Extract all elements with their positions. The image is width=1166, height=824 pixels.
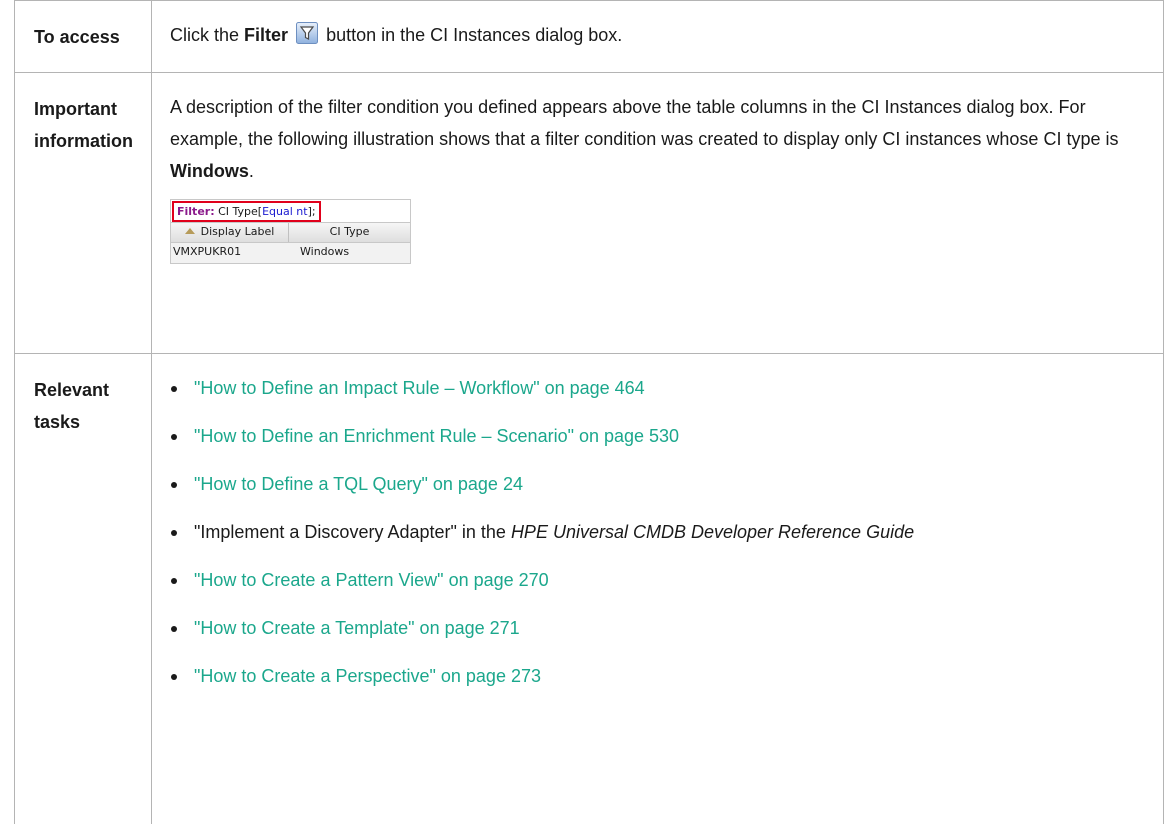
column-display-label: Display Label bbox=[171, 223, 289, 242]
filter-key: Filter: bbox=[177, 205, 215, 218]
task-link-impact-rule[interactable]: "How to Define an Impact Rule – Workflow… bbox=[194, 378, 645, 398]
list-item: "Implement a Discovery Adapter" in the H… bbox=[170, 516, 1151, 548]
tasks-content: "How to Define an Impact Rule – Workflow… bbox=[151, 353, 1164, 824]
row-relevant-tasks: Relevant tasks "How to Define an Impact … bbox=[14, 353, 1164, 824]
info-text: A description of the filter condition yo… bbox=[170, 97, 1119, 149]
info-paragraph: A description of the filter condition yo… bbox=[170, 91, 1151, 187]
label-line-1: Important bbox=[34, 99, 117, 119]
list-item: "How to Create a Pattern View" on page 2… bbox=[170, 564, 1151, 596]
filter-highlight-box: Filter: CI Type[Equal nt]; bbox=[172, 201, 321, 222]
task-link-pattern-view[interactable]: "How to Create a Pattern View" on page 2… bbox=[194, 570, 549, 590]
label-line-2: information bbox=[34, 131, 133, 151]
label-to-access: To access bbox=[14, 0, 152, 73]
info-text-end: . bbox=[248, 161, 254, 181]
filter-icon bbox=[296, 22, 319, 44]
column-display-label-text: Display Label bbox=[200, 225, 275, 238]
row-to-access: To access Click the Filter button in the… bbox=[14, 0, 1164, 73]
filter-condition: Equal nt bbox=[262, 205, 308, 218]
label-line-1: Relevant bbox=[34, 380, 110, 400]
filter-suffix: ]; bbox=[307, 205, 316, 218]
label-important-information: Important information bbox=[14, 72, 152, 354]
access-content: Click the Filter button in the CI Instan… bbox=[151, 0, 1164, 73]
row-important-information: Important information A description of t… bbox=[14, 72, 1164, 354]
info-table: To access Click the Filter button in the… bbox=[14, 0, 1164, 824]
info-content: A description of the filter condition yo… bbox=[151, 72, 1164, 354]
task-link-template[interactable]: "How to Create a Template" on page 271 bbox=[194, 618, 520, 638]
access-text-after: button in the CI Instances dialog box. bbox=[321, 25, 623, 45]
cell-ci-type: Windows bbox=[300, 245, 350, 258]
task-link-perspective[interactable]: "How to Create a Perspective" on page 27… bbox=[194, 666, 541, 686]
label-relevant-tasks: Relevant tasks bbox=[14, 353, 152, 824]
task-plain-text: "Implement a Discovery Adapter" in the bbox=[194, 522, 511, 542]
filter-illustration: Filter: CI Type[Equal nt]; Display Label… bbox=[170, 199, 411, 264]
windows-word: Windows bbox=[170, 161, 249, 181]
task-link-enrichment-rule[interactable]: "How to Define an Enrichment Rule – Scen… bbox=[194, 426, 679, 446]
task-link-tql-query[interactable]: "How to Define a TQL Query" on page 24 bbox=[194, 474, 523, 494]
filter-word: Filter bbox=[244, 25, 289, 45]
list-item: "How to Create a Perspective" on page 27… bbox=[170, 660, 1151, 692]
access-text-before: Click the bbox=[170, 25, 245, 45]
illustration-row: VMXPUKR01 Windows bbox=[171, 243, 410, 263]
task-plain-guide: HPE Universal CMDB Developer Reference G… bbox=[510, 522, 915, 542]
illustration-header: Display Label CI Type bbox=[171, 222, 410, 243]
filter-prefix: CI Type[ bbox=[214, 205, 263, 218]
label-line-2: tasks bbox=[34, 412, 81, 432]
list-item: "How to Define a TQL Query" on page 24 bbox=[170, 468, 1151, 500]
list-item: "How to Define an Impact Rule – Workflow… bbox=[170, 372, 1151, 404]
column-ci-type: CI Type bbox=[329, 225, 370, 238]
sort-ascending-icon bbox=[184, 228, 195, 234]
filter-bar: Filter: CI Type[Equal nt]; bbox=[171, 200, 410, 222]
list-item: "How to Define an Enrichment Rule – Scen… bbox=[170, 420, 1151, 452]
cell-display-label: VMXPUKR01 bbox=[173, 245, 242, 258]
list-item: "How to Create a Template" on page 271 bbox=[170, 612, 1151, 644]
tasks-list: "How to Define an Impact Rule – Workflow… bbox=[170, 372, 1151, 692]
